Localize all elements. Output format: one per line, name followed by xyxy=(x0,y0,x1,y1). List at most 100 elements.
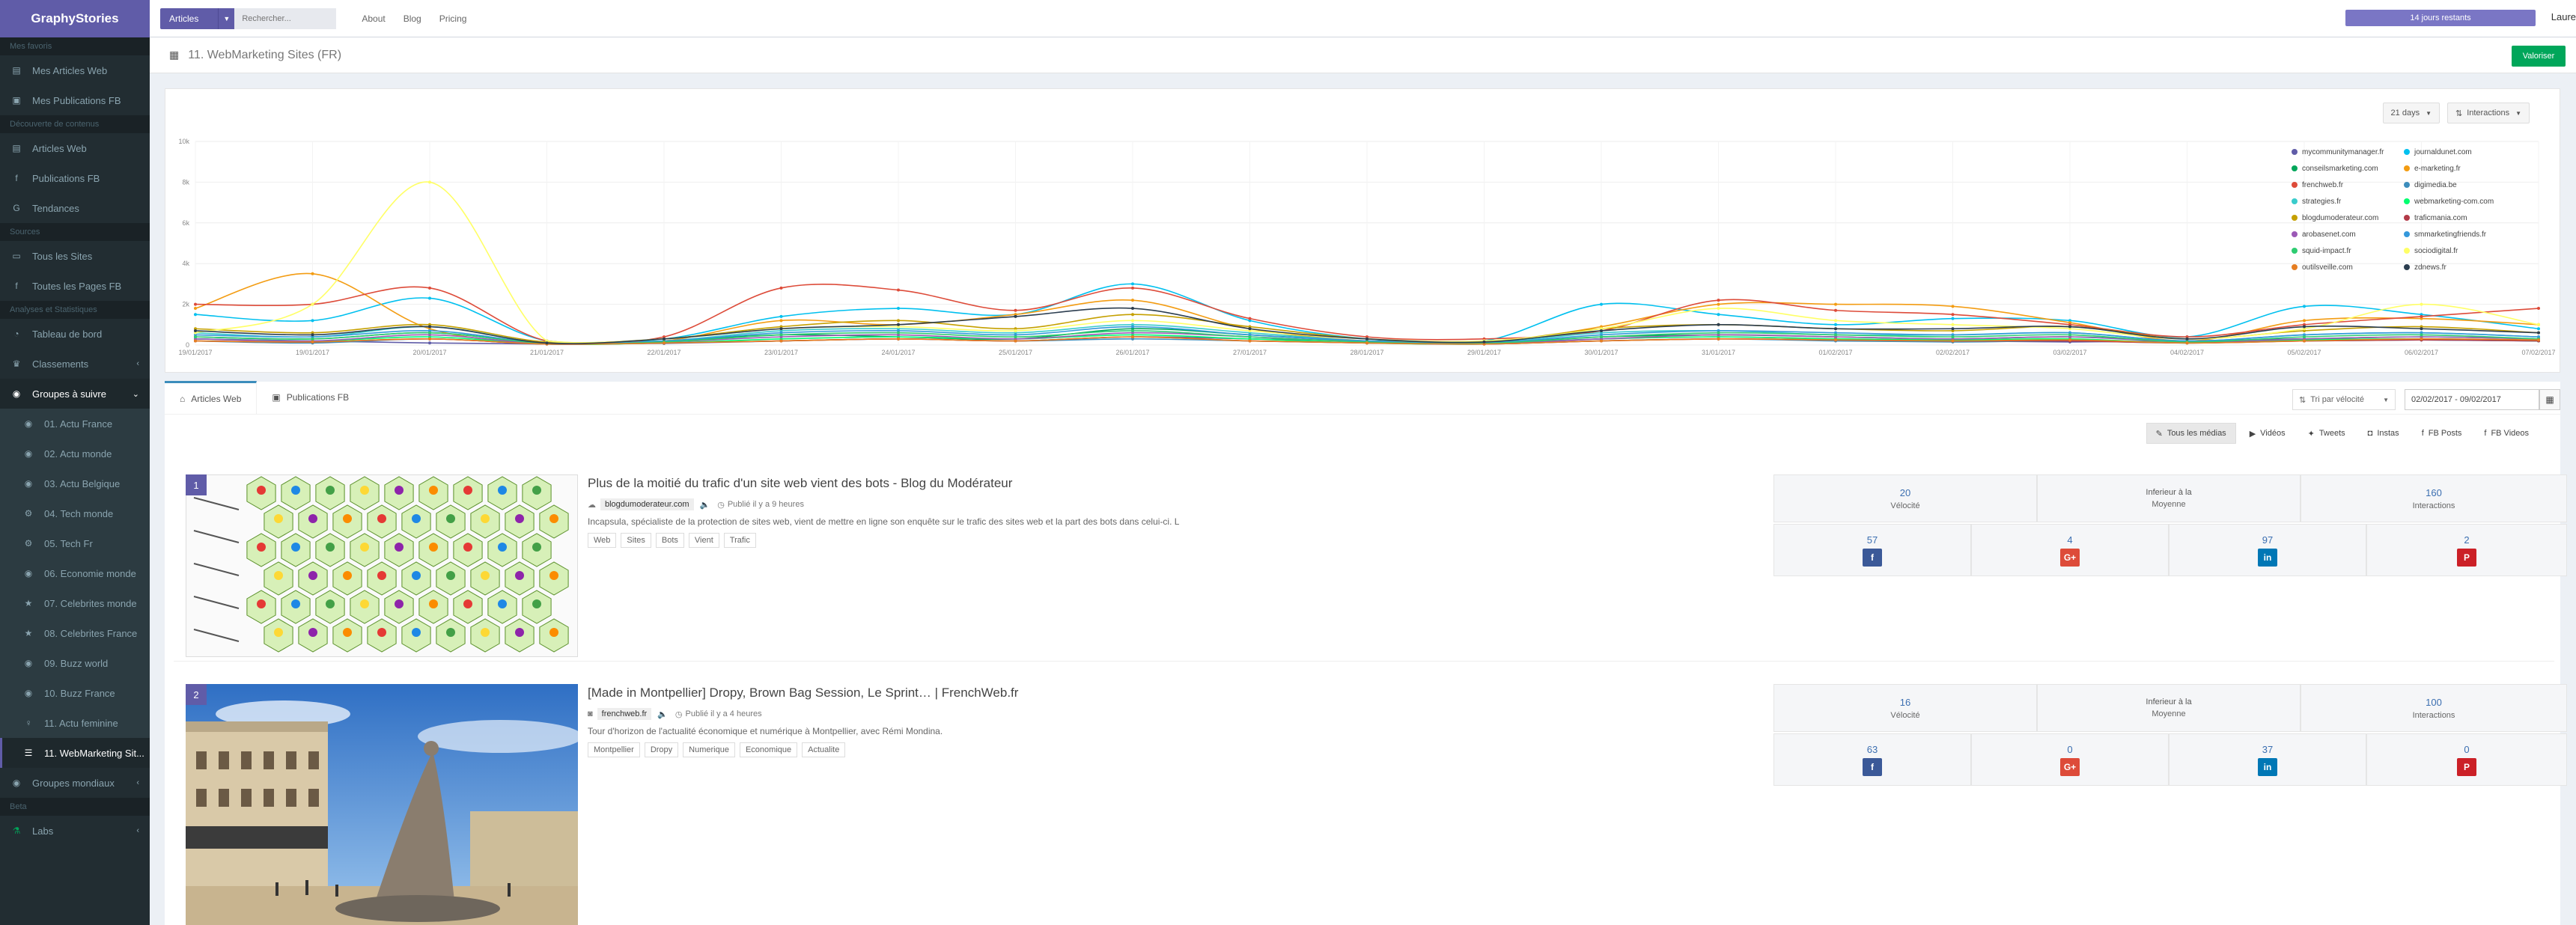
sidebar-group-08[interactable]: ★ 08. Celebrites France xyxy=(0,618,150,648)
metric-dropdown[interactable]: ⇅ Interactions ▼ xyxy=(2446,103,2530,123)
wrench-icon: ✎ xyxy=(2155,429,2163,439)
article-card: 2 [Made in Montpellier] Dropy, Brown Bag… xyxy=(174,681,2567,925)
google-plus-icon[interactable]: G+ xyxy=(2060,757,2080,776)
article-rank: 2 xyxy=(186,684,207,705)
article-domain[interactable]: blogdumoderateur.com xyxy=(600,498,694,510)
article-title[interactable]: Plus de la moitié du trafic d'un site we… xyxy=(588,476,1012,491)
pinterest-icon[interactable]: P xyxy=(2457,548,2476,567)
pinterest-icon[interactable]: P xyxy=(2457,757,2476,776)
linkedin-icon[interactable]: in xyxy=(2258,757,2277,776)
sidebar-item-articles-web[interactable]: ▤ Articles Web xyxy=(0,133,150,163)
sidebar-item-tableau-de-bord[interactable]: ◔ Tableau de bord xyxy=(0,319,150,349)
sidebar-group-02[interactable]: ◉ 02. Actu monde xyxy=(0,439,150,468)
sidebar-group-01[interactable]: ◉ 01. Actu France xyxy=(0,409,150,439)
sidebar-group-11-webmarketing[interactable]: ☰ 11. WebMarketing Sit... xyxy=(0,738,150,768)
range-dropdown[interactable]: 21 days ▼ xyxy=(2382,103,2440,123)
sidebar-header-sources: Sources xyxy=(0,223,150,241)
sidebar-item-toutes-pages-fb[interactable]: f Toutes les Pages FB xyxy=(0,271,150,301)
filter-instas[interactable]: ◘ Instas xyxy=(2359,423,2408,444)
data-point xyxy=(2303,335,2306,339)
article-tag[interactable]: Dropy xyxy=(644,742,679,757)
linkedin-icon[interactable]: in xyxy=(2258,548,2277,567)
sort-dropdown[interactable]: ⇅ Tri par vélocité ▼ xyxy=(2292,389,2396,410)
article-tag[interactable]: Vient xyxy=(688,533,719,548)
stat-facebook: 63 f xyxy=(1773,733,1971,786)
filter-fb-videos[interactable]: f FB Videos xyxy=(2475,423,2538,444)
infographic-logo-mark xyxy=(343,571,352,580)
filter-fb-posts[interactable]: f FB Posts xyxy=(2413,423,2471,444)
sidebar-group-10[interactable]: ◉ 10. Buzz France xyxy=(0,678,150,708)
sidebar-group-03[interactable]: ◉ 03. Actu Belgique xyxy=(0,468,150,498)
sidebar-group-11-feminine[interactable]: ♀ 11. Actu feminine xyxy=(0,708,150,738)
article-thumbnail[interactable] xyxy=(186,474,578,657)
article-description: Tour d'horizon de l'actualité économique… xyxy=(588,726,943,736)
legend-marker xyxy=(2404,248,2410,254)
stat-google: 4 G+ xyxy=(1971,524,2169,576)
google-plus-icon[interactable]: G+ xyxy=(2060,548,2080,567)
data-point xyxy=(897,319,900,323)
infographic-logo-mark xyxy=(498,543,507,552)
filter-tweets[interactable]: ✦ Tweets xyxy=(2299,423,2354,444)
article-tag[interactable]: Trafic xyxy=(723,533,756,548)
article-title[interactable]: [Made in Montpellier] Dropy, Brown Bag S… xyxy=(588,686,1018,700)
trial-days-badge[interactable]: 14 jours restants xyxy=(2345,10,2536,26)
sidebar-group-06[interactable]: ◉ 06. Economie monde xyxy=(0,558,150,588)
data-point xyxy=(1951,339,1955,343)
sidebar-item-tendances[interactable]: G Tendances xyxy=(0,193,150,223)
filter-videos[interactable]: ▶ Vidéos xyxy=(2241,423,2295,444)
legend-entry: squid-impact.fr xyxy=(2302,247,2351,255)
data-point xyxy=(2420,327,2423,331)
facebook-icon[interactable]: f xyxy=(1863,548,1882,567)
sidebar-item-labs[interactable]: ⚗ Labs ‹ xyxy=(0,816,150,846)
infographic-logo-mark xyxy=(481,514,490,523)
app-logo[interactable]: GraphyStories xyxy=(0,0,150,37)
article-domain[interactable]: frenchweb.fr xyxy=(597,708,652,720)
chevron-left-icon: ‹ xyxy=(136,778,139,787)
legend-entry: sociodigital.fr xyxy=(2414,247,2458,255)
sidebar-group-04[interactable]: ⚙ 04. Tech monde xyxy=(0,498,150,528)
data-point xyxy=(2420,333,2423,337)
sidebar-group-05[interactable]: ⚙ 05. Tech Fr xyxy=(0,528,150,558)
data-point xyxy=(779,314,783,318)
sidebar-item-groupes-a-suivre[interactable]: ◉ Groupes à suivre ⌄ xyxy=(0,379,150,409)
article-tag[interactable]: Web xyxy=(588,533,617,548)
article-tag[interactable]: Actualite xyxy=(802,742,846,757)
article-tag[interactable]: Economique xyxy=(739,742,798,757)
data-point xyxy=(1248,327,1252,331)
infographic-logo-mark xyxy=(549,514,558,523)
article-tag[interactable]: Numerique xyxy=(683,742,735,757)
calendar-icon[interactable]: ▦ xyxy=(2539,389,2560,410)
content-type-dropdown[interactable]: Articles ▼ xyxy=(160,7,235,29)
infographic-logo-mark xyxy=(412,571,421,580)
article-tag[interactable]: Sites xyxy=(621,533,651,548)
tab-publications-fb[interactable]: ▣ Publications FB xyxy=(257,381,364,414)
home-icon: ⌂ xyxy=(180,393,186,404)
filter-tous-les-medias[interactable]: ✎ Tous les médias xyxy=(2146,423,2236,444)
user-menu[interactable]: Laure xyxy=(2551,11,2576,22)
data-point xyxy=(1951,317,1955,320)
article-tag[interactable]: Bots xyxy=(655,533,684,548)
article-tag[interactable]: Montpellier xyxy=(588,742,640,757)
infographic-logo-mark xyxy=(377,628,386,637)
date-range-input[interactable]: 02/02/2017 - 09/02/2017 xyxy=(2405,389,2539,410)
sidebar-item-mes-articles-web[interactable]: ▤ Mes Articles Web xyxy=(0,55,150,85)
sidebar-item-mes-publications-fb[interactable]: ▣ Mes Publications FB xyxy=(0,85,150,115)
gear-icon: ⚙ xyxy=(24,538,33,549)
nav-link-blog[interactable]: Blog xyxy=(404,13,421,24)
sidebar-header-beta: Beta xyxy=(0,798,150,816)
search-input[interactable] xyxy=(234,7,337,29)
sidebar-item-tous-les-sites[interactable]: ▭ Tous les Sites xyxy=(0,241,150,271)
facebook-square-icon: ▣ xyxy=(12,95,21,106)
tab-articles-web[interactable]: ⌂ Articles Web xyxy=(165,381,258,414)
nav-link-about[interactable]: About xyxy=(362,13,385,24)
sidebar-group-07[interactable]: ★ 07. Celebrites monde xyxy=(0,588,150,618)
sidebar-item-publications-fb[interactable]: f Publications FB xyxy=(0,163,150,193)
article-thumbnail[interactable] xyxy=(186,684,578,925)
valoriser-button[interactable]: Valoriser xyxy=(2512,46,2566,67)
sidebar-item-groupes-mondiaux[interactable]: ◉ Groupes mondiaux ‹ xyxy=(0,768,150,798)
facebook-icon[interactable]: f xyxy=(1863,757,1882,776)
x-tick-label: 03/02/2017 xyxy=(2053,349,2086,356)
sidebar-group-09[interactable]: ◉ 09. Buzz world xyxy=(0,648,150,678)
sidebar-item-classements[interactable]: ♛ Classements ‹ xyxy=(0,349,150,379)
nav-link-pricing[interactable]: Pricing xyxy=(439,13,467,24)
